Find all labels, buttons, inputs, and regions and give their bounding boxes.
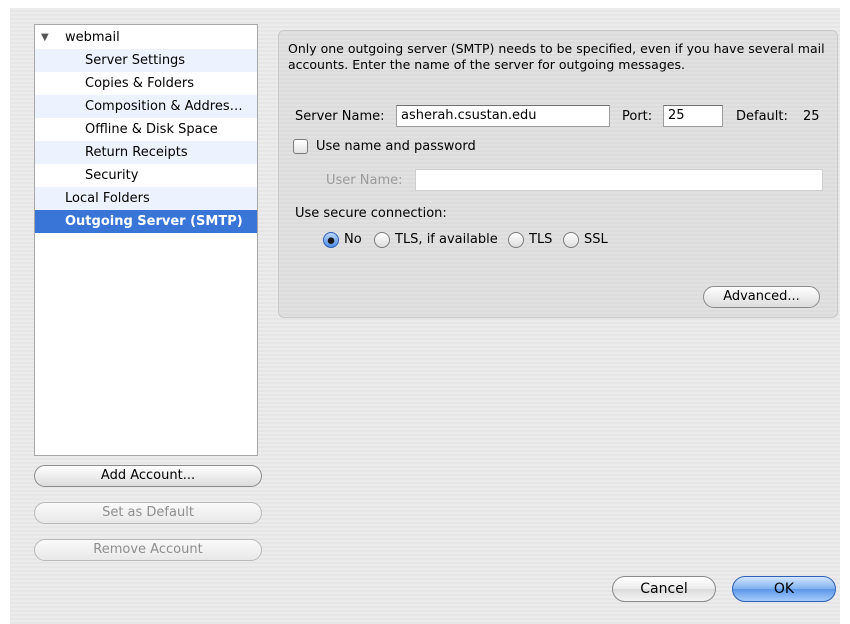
tree-item-label: Security bbox=[85, 168, 139, 183]
cancel-button[interactable]: Cancel bbox=[612, 576, 716, 602]
tree-item-server-settings[interactable]: Server Settings bbox=[35, 49, 257, 72]
server-name-label: Server Name: bbox=[295, 109, 385, 124]
use-name-password-checkbox[interactable] bbox=[293, 139, 308, 154]
tree-item-composition-addressing[interactable]: Composition & Addres… bbox=[35, 95, 257, 118]
secure-tls-if-available-label[interactable]: TLS, if available bbox=[395, 232, 498, 247]
smtp-description: Only one outgoing server (SMTP) needs to… bbox=[288, 41, 825, 72]
secure-no-label[interactable]: No bbox=[344, 232, 362, 247]
use-name-password-label[interactable]: Use name and password bbox=[316, 139, 476, 154]
tree-item-offline-disk-space[interactable]: Offline & Disk Space bbox=[35, 118, 257, 141]
tree-item-return-receipts[interactable]: Return Receipts bbox=[35, 141, 257, 164]
tree-item-label: Offline & Disk Space bbox=[85, 122, 218, 137]
tree-item-label: Composition & Addres… bbox=[85, 99, 243, 114]
tree-item-label: Outgoing Server (SMTP) bbox=[65, 214, 243, 229]
tree-item-webmail[interactable]: ▼ webmail bbox=[35, 26, 257, 49]
remove-account-button[interactable]: Remove Account bbox=[34, 539, 262, 561]
default-port-value: 25 bbox=[803, 109, 820, 124]
server-name-input[interactable]: asherah.csustan.edu bbox=[396, 105, 610, 127]
tree-item-copies-folders[interactable]: Copies & Folders bbox=[35, 72, 257, 95]
user-name-label: User Name: bbox=[326, 173, 403, 188]
user-name-input[interactable] bbox=[415, 169, 823, 191]
secure-tls-if-available-radio[interactable] bbox=[374, 232, 390, 248]
tree-item-label: Server Settings bbox=[85, 53, 186, 68]
ok-button[interactable]: OK bbox=[732, 576, 836, 602]
account-settings-window: ▼ webmail Server Settings Copies & Folde… bbox=[10, 8, 840, 624]
secure-ssl-label[interactable]: SSL bbox=[584, 232, 608, 247]
tree-item-label: Copies & Folders bbox=[85, 76, 195, 91]
account-tree[interactable]: ▼ webmail Server Settings Copies & Folde… bbox=[34, 24, 258, 456]
tree-item-local-folders[interactable]: Local Folders bbox=[35, 187, 257, 210]
tree-item-label: Local Folders bbox=[65, 191, 150, 206]
advanced-button[interactable]: Advanced... bbox=[703, 286, 820, 308]
port-input[interactable]: 25 bbox=[663, 105, 723, 127]
secure-no-radio[interactable] bbox=[323, 232, 339, 248]
tree-item-label: webmail bbox=[65, 30, 120, 45]
tree-item-outgoing-server[interactable]: Outgoing Server (SMTP) bbox=[35, 210, 257, 233]
set-as-default-button[interactable]: Set as Default bbox=[34, 502, 262, 524]
secure-tls-radio[interactable] bbox=[508, 232, 524, 248]
default-port-label: Default: bbox=[736, 109, 788, 124]
secure-connection-label: Use secure connection: bbox=[295, 206, 447, 221]
tree-item-label: Return Receipts bbox=[85, 145, 188, 160]
secure-tls-label[interactable]: TLS bbox=[529, 232, 552, 247]
tree-item-security[interactable]: Security bbox=[35, 164, 257, 187]
port-label: Port: bbox=[622, 109, 653, 124]
disclosure-triangle-icon[interactable]: ▼ bbox=[41, 26, 49, 49]
secure-ssl-radio[interactable] bbox=[563, 232, 579, 248]
add-account-button[interactable]: Add Account... bbox=[34, 465, 262, 487]
